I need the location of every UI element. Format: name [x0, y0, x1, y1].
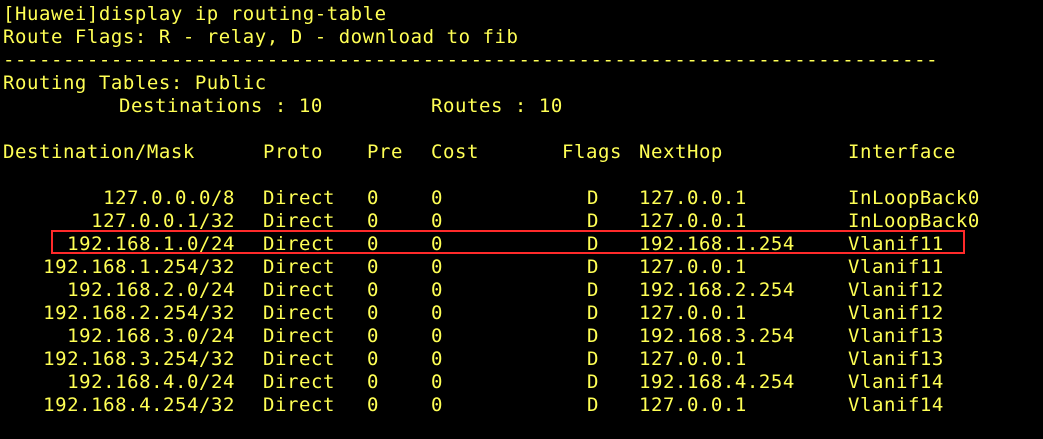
- header-proto: Proto: [263, 141, 323, 163]
- row-pre: 0: [367, 302, 379, 324]
- row-flags: D: [587, 394, 599, 416]
- row-pre: 0: [367, 394, 379, 416]
- row-nexthop: 127.0.0.1: [639, 256, 747, 278]
- row-flags: D: [587, 371, 599, 393]
- row-flags: D: [587, 302, 599, 324]
- highlight-box: [51, 230, 965, 254]
- row-pre: 0: [367, 279, 379, 301]
- row-pre: 0: [367, 348, 379, 370]
- routes-label: Routes : 10: [431, 95, 563, 117]
- row-cost: 0: [431, 187, 443, 209]
- row-proto: Direct: [263, 348, 335, 370]
- row-nexthop: 127.0.0.1: [639, 348, 747, 370]
- header-interface: Interface: [848, 141, 956, 163]
- row-nexthop: 192.168.3.254: [639, 325, 795, 347]
- row-pre: 0: [367, 325, 379, 347]
- row-cost: 0: [431, 371, 443, 393]
- destinations-label: Destinations : 10: [119, 95, 323, 117]
- row-pre: 0: [367, 256, 379, 278]
- header-destination-mask: Destination/Mask: [3, 141, 195, 163]
- row-flags: D: [587, 256, 599, 278]
- row-proto: Direct: [263, 187, 335, 209]
- row-proto: Direct: [263, 256, 335, 278]
- row-proto: Direct: [263, 279, 335, 301]
- row-cost: 0: [431, 302, 443, 324]
- row-interface: InLoopBack0: [848, 187, 980, 209]
- command-line: [Huawei]display ip routing-table: [3, 3, 387, 25]
- destinations-routes-line: Destinations : 10 Routes : 10: [3, 95, 562, 118]
- separator-line: ----------------------------------------…: [3, 49, 939, 71]
- row-interface: Vlanif13: [848, 325, 944, 347]
- row-interface: Vlanif11: [848, 256, 944, 278]
- terminal-window[interactable]: [Huawei]display ip routing-table Route F…: [0, 0, 1043, 439]
- row-destination: 127.0.0.0/8: [103, 187, 235, 209]
- table-header: Destination/Mask Proto Pre Cost Flags Ne…: [3, 141, 955, 164]
- row-interface: Vlanif12: [848, 279, 944, 301]
- header-cost: Cost: [431, 141, 479, 163]
- row-destination: 192.168.2.254/32: [43, 302, 235, 324]
- row-interface: Vlanif14: [848, 371, 944, 393]
- routing-tables-line: Routing Tables: Public: [3, 72, 267, 94]
- row-cost: 0: [431, 348, 443, 370]
- row-cost: 0: [431, 325, 443, 347]
- row-nexthop: 127.0.0.1: [639, 187, 747, 209]
- row-pre: 0: [367, 371, 379, 393]
- row-destination: 192.168.1.254/32: [43, 256, 235, 278]
- row-destination: 192.168.2.0/24: [67, 279, 235, 301]
- row-interface: Vlanif12: [848, 302, 944, 324]
- row-flags: D: [587, 279, 599, 301]
- row-nexthop: 192.168.4.254: [639, 371, 795, 393]
- row-flags: D: [587, 348, 599, 370]
- row-flags: D: [587, 187, 599, 209]
- row-interface: Vlanif14: [848, 394, 944, 416]
- row-interface: Vlanif13: [848, 348, 944, 370]
- row-destination: 192.168.3.0/24: [67, 325, 235, 347]
- row-nexthop: 127.0.0.1: [639, 394, 747, 416]
- row-destination: 192.168.4.0/24: [67, 371, 235, 393]
- row-destination: 192.168.3.254/32: [43, 348, 235, 370]
- row-pre: 0: [367, 187, 379, 209]
- header-pre: Pre: [367, 141, 403, 163]
- route-flags-line: Route Flags: R - relay, D - download to …: [3, 26, 519, 48]
- row-destination: 192.168.4.254/32: [43, 394, 235, 416]
- row-cost: 0: [431, 279, 443, 301]
- row-proto: Direct: [263, 302, 335, 324]
- row-proto: Direct: [263, 325, 335, 347]
- row-cost: 0: [431, 256, 443, 278]
- row-nexthop: 127.0.0.1: [639, 302, 747, 324]
- row-proto: Direct: [263, 371, 335, 393]
- header-nexthop: NextHop: [639, 141, 723, 163]
- header-flags: Flags: [562, 141, 622, 163]
- row-flags: D: [587, 325, 599, 347]
- row-nexthop: 192.168.2.254: [639, 279, 795, 301]
- row-cost: 0: [431, 394, 443, 416]
- row-proto: Direct: [263, 394, 335, 416]
